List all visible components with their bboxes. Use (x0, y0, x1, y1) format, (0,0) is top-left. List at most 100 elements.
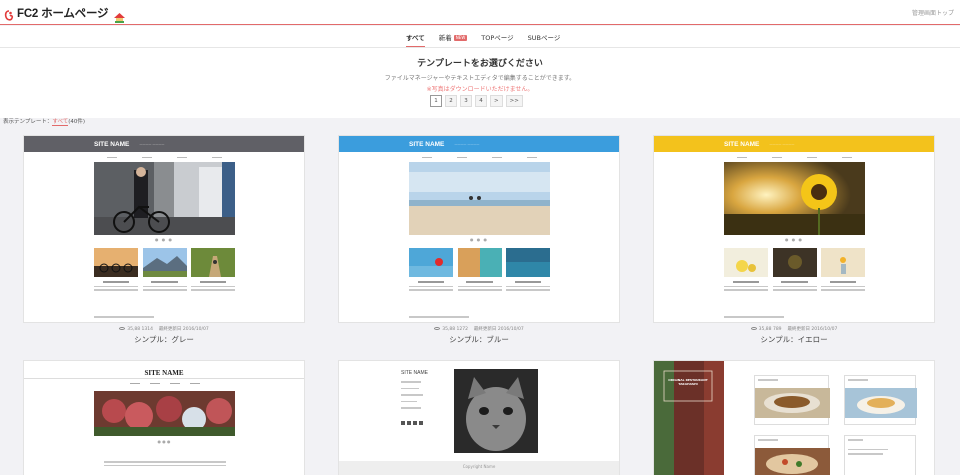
admin-top-link[interactable]: 管理画面トップ (912, 8, 954, 17)
view-count-icon (119, 327, 126, 330)
social-icons (401, 421, 423, 425)
page-title: テンプレートをお選びください (417, 59, 543, 69)
page-button-4[interactable]: 4 (475, 95, 487, 107)
template-meta-gray: 35,88 1314 最終更新日 2016/10/07 (23, 326, 305, 332)
thumbnail-captions (94, 281, 235, 293)
template-label-yellow[interactable]: シンプル：イエロー (653, 334, 935, 345)
thumb-sea (506, 248, 550, 277)
slider-indicator: ● ● ● (784, 237, 803, 242)
tab-top-page[interactable]: TOPページ (481, 32, 513, 47)
new-badge: NEW (453, 35, 468, 41)
tab-top-page-label: TOPページ (481, 34, 514, 42)
tab-new[interactable]: 新着 NEW (438, 32, 468, 47)
intro-subtitle: ファイルマネージャーやテキストエディタで編集することができます。 (384, 75, 576, 82)
tab-all-label: すべて (406, 34, 425, 42)
news-lines (409, 316, 469, 320)
thumb-mountain (142, 248, 187, 277)
menu-item-card (754, 375, 830, 425)
page-button-2[interactable]: 2 (445, 95, 457, 107)
top-bar: FC2 ホームページ 管理画面トップ (0, 0, 960, 25)
slider-indicator: ● ● ● (469, 237, 488, 242)
category-tabs: すべて 新着 NEW TOPページ SUBページ (406, 32, 560, 47)
template-card-restaurant[interactable]: ORIGINAL RESTAURANT TAKAHASHI (653, 360, 935, 475)
thumbnail-row (94, 248, 235, 277)
news-lines (724, 316, 784, 320)
template-meta-blue: 35,88 1272 最終更新日 2016/10/07 (338, 326, 620, 332)
slider-indicator: ● ● ● (157, 439, 171, 444)
template-card-cat[interactable]: SITE NAME Copyright Name (338, 360, 620, 475)
view-count-icon (750, 327, 757, 330)
site-name: SITE NAME (409, 140, 445, 148)
page-button-1[interactable]: 1 (430, 95, 442, 107)
page-last-button[interactable]: >> (505, 95, 523, 107)
footer-copyright: Copyright Name (462, 464, 496, 469)
thumb-balloon (409, 248, 453, 277)
filter-prefix: 表示テンプレート： (3, 119, 53, 125)
meta-text: 35,88 1314 最終更新日 2016/10/07 (127, 327, 209, 332)
template-meta-yellow: 35,88 789 最終更新日 2016/10/07 (653, 326, 935, 332)
filter-count: (40件) (68, 119, 86, 125)
info-box (844, 435, 916, 475)
hero-image-beach (409, 162, 550, 235)
fc2-mark-icon (4, 7, 14, 21)
template-filter: 表示テンプレート：すべて(40件) (3, 117, 86, 126)
site-name: SITE NAME (401, 370, 428, 376)
category-tabs-bar: すべて 新着 NEW TOPページ SUBページ (0, 26, 960, 48)
preview-nav (339, 157, 619, 158)
tab-sub-page[interactable]: SUBページ (528, 32, 561, 47)
preview-nav (130, 383, 200, 384)
divider (24, 378, 304, 379)
template-card-gray[interactable]: SITE NAME ———— ———— ● ● ● (23, 135, 305, 323)
site-tagline: ———— ———— (139, 142, 165, 146)
preview-nav (24, 157, 304, 158)
thumbnail-row (724, 248, 865, 277)
card-header: SITE NAME ———— ———— (24, 136, 304, 152)
thumb-road (191, 248, 235, 277)
tab-all[interactable]: すべて (406, 32, 425, 47)
template-label-gray[interactable]: シンプル：グレー (23, 334, 305, 345)
template-label-blue[interactable]: シンプル：ブルー (338, 334, 620, 345)
slider-indicator: ● ● ● (154, 237, 173, 242)
menu-item-card (754, 435, 830, 475)
tab-new-label: 新着 (438, 34, 452, 42)
intro-section: テンプレートをお選びください ファイルマネージャーやテキストエディタで編集するこ… (0, 48, 960, 118)
tab-sub-page-label: SUBページ (527, 34, 561, 42)
view-count-icon (434, 327, 441, 330)
hero-image-flowers (94, 391, 235, 436)
meta-text: 35,88 789 最終更新日 2016/10/07 (758, 327, 838, 332)
thumb-sand (457, 248, 502, 277)
news-lines (94, 316, 154, 320)
page-next-button[interactable]: > (490, 95, 503, 107)
card-header: SITE NAME ———— ———— (654, 136, 934, 152)
meta-text: 35,88 1272 最終更新日 2016/10/07 (442, 327, 524, 332)
filter-current[interactable]: すべて (52, 119, 69, 126)
pagination: 1 2 3 4 > >> (430, 95, 523, 107)
intro-lines (104, 461, 226, 468)
site-tagline: ———— ———— (769, 142, 795, 146)
thumb-flower-vase (821, 248, 865, 277)
template-card-blue[interactable]: SITE NAME ———— ———— ● ● ● (338, 135, 620, 323)
card-header: SITE NAME ———— ———— (339, 136, 619, 152)
thumbnail-captions (724, 281, 865, 293)
hero-image-cat (454, 369, 538, 453)
side-menu (401, 381, 431, 411)
menu-item-card (844, 375, 917, 425)
site-name: SITE NAME (144, 369, 184, 377)
thumbnail-captions (409, 281, 550, 293)
house-icon (113, 8, 126, 23)
hero-image-bike (94, 162, 235, 235)
download-warning: ※写真はダウンロードいただけません。 (426, 86, 534, 93)
hero-image-sunflower (724, 162, 865, 235)
thumb-lemon (724, 248, 768, 277)
thumbnail-row (409, 248, 550, 277)
template-card-yellow[interactable]: SITE NAME ———— ———— ● ● ● (653, 135, 935, 323)
fc2-logo[interactable]: FC2 ホームページ (4, 5, 126, 23)
site-tagline: ———— ———— (454, 142, 480, 146)
thumb-bikes (94, 248, 138, 277)
site-name: SITE NAME (724, 140, 760, 148)
restaurant-name: ORIGINAL RESTAURANT TAKAHASHI (668, 378, 708, 386)
logo-text: FC2 ホームページ (17, 8, 109, 20)
thumb-dark-leaves (772, 248, 817, 277)
template-card-floral[interactable]: SITE NAME ● ● ● (23, 360, 305, 475)
page-button-3[interactable]: 3 (460, 95, 472, 107)
